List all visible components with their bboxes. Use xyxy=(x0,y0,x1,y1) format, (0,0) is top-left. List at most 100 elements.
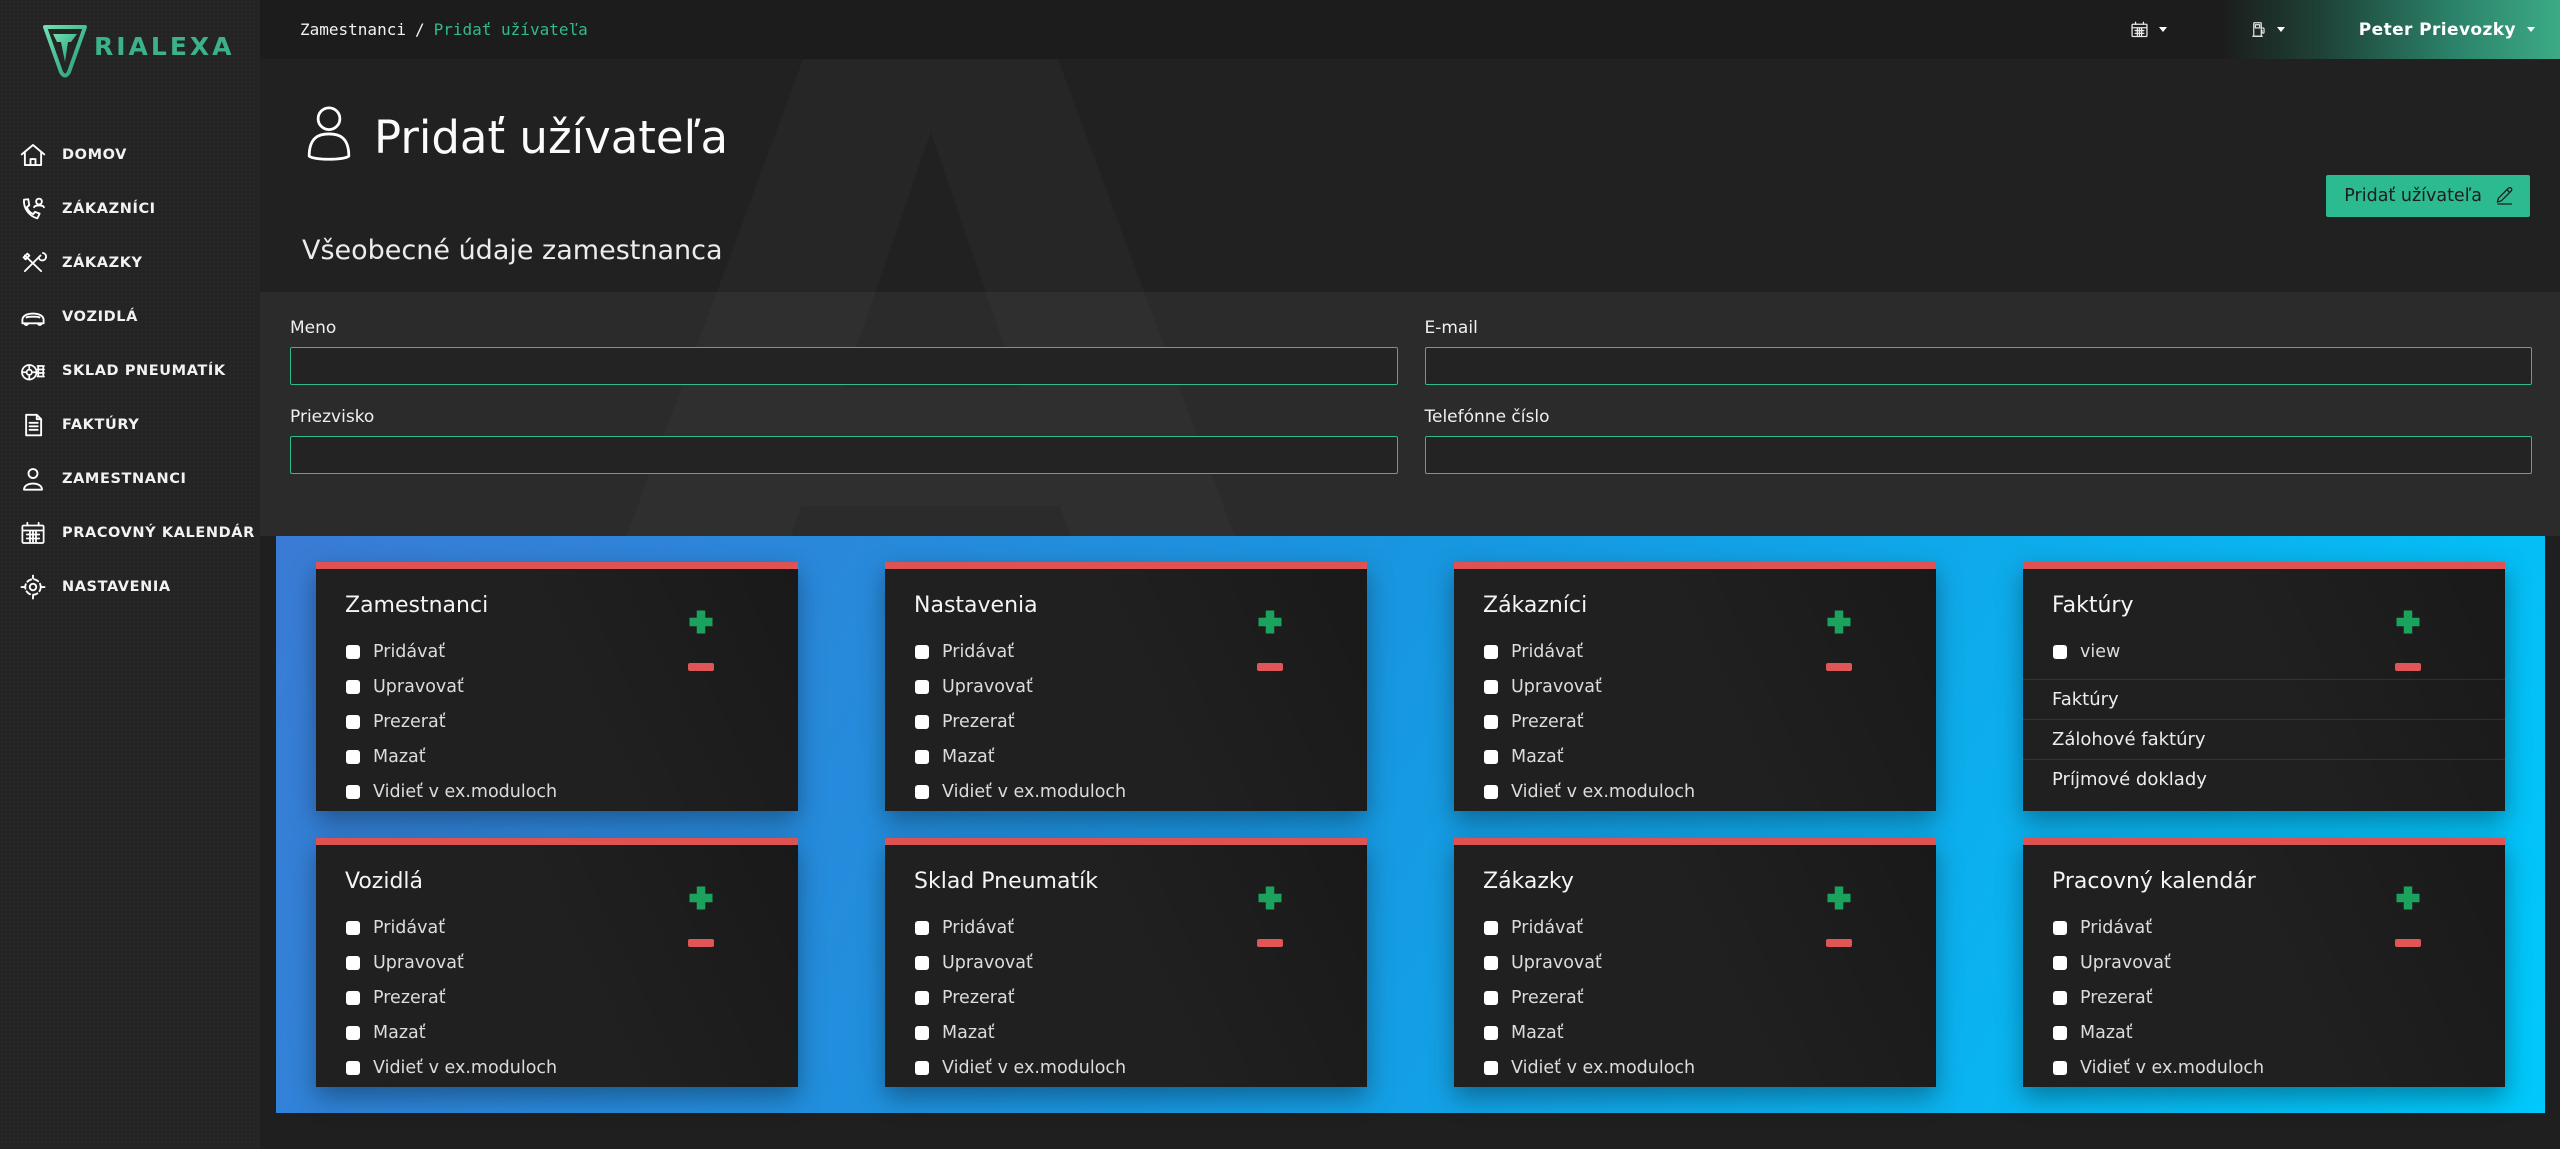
permission-checkbox-row[interactable]: Upravovať xyxy=(1454,669,1936,704)
checkbox[interactable] xyxy=(346,921,360,935)
meno-input[interactable] xyxy=(290,347,1398,385)
checkbox[interactable] xyxy=(1484,645,1498,659)
checkbox[interactable] xyxy=(346,956,360,970)
permission-checkbox-row[interactable]: Pridávať xyxy=(885,910,1367,945)
permission-checkbox-row[interactable]: Mazať xyxy=(885,1015,1367,1050)
checkbox[interactable] xyxy=(915,1061,929,1075)
permission-checkbox-row[interactable]: Mazať xyxy=(316,1015,798,1050)
permission-checkbox-row[interactable]: Upravovať xyxy=(316,945,798,980)
permission-checkbox-row[interactable]: Mazať xyxy=(1454,1015,1936,1050)
checkbox[interactable] xyxy=(915,785,929,799)
remove-permission-button[interactable] xyxy=(688,939,714,947)
add-permission-button[interactable] xyxy=(1255,883,1285,913)
permission-checkbox-row[interactable]: Vidieť v ex.moduloch xyxy=(1454,1050,1936,1085)
remove-permission-button[interactable] xyxy=(2395,939,2421,947)
checkbox[interactable] xyxy=(346,680,360,694)
list-item[interactable]: Zálohové faktúry xyxy=(2023,719,2505,759)
permission-checkbox-row[interactable]: Prezerať xyxy=(316,980,798,1015)
permission-checkbox-row[interactable]: Vidieť v ex.moduloch xyxy=(885,1050,1367,1085)
checkbox[interactable] xyxy=(2053,645,2067,659)
list-item[interactable]: Príjmové doklady xyxy=(2023,759,2505,799)
sidebar-item-pracovny-kalendar[interactable]: PRACOVNÝ KALENDÁR xyxy=(0,506,260,560)
permission-checkbox-row[interactable]: Pridávať xyxy=(1454,634,1936,669)
checkbox[interactable] xyxy=(915,956,929,970)
remove-permission-button[interactable] xyxy=(1257,939,1283,947)
calendar-dropdown-button[interactable] xyxy=(2129,19,2167,40)
checkbox[interactable] xyxy=(2053,1061,2067,1075)
checkbox[interactable] xyxy=(1484,680,1498,694)
checkbox[interactable] xyxy=(1484,1026,1498,1040)
add-permission-button[interactable] xyxy=(1824,607,1854,637)
checkbox[interactable] xyxy=(2053,991,2067,1005)
checkbox[interactable] xyxy=(915,1026,929,1040)
sidebar-item-faktury[interactable]: FAKTÚRY xyxy=(0,398,260,452)
remove-permission-button[interactable] xyxy=(688,663,714,671)
checkbox[interactable] xyxy=(346,991,360,1005)
permission-checkbox-row[interactable]: Pridávať xyxy=(885,634,1367,669)
sidebar-item-zakaznici[interactable]: ZÁKAZNÍCI xyxy=(0,182,260,236)
breadcrumb-current[interactable]: Pridať užívateľa xyxy=(434,20,588,39)
checkbox[interactable] xyxy=(346,785,360,799)
checkbox[interactable] xyxy=(1484,750,1498,764)
checkbox[interactable] xyxy=(915,750,929,764)
sidebar-item-domov[interactable]: DOMOV xyxy=(0,128,260,182)
email-input[interactable] xyxy=(1425,347,2533,385)
checkbox[interactable] xyxy=(2053,956,2067,970)
permission-checkbox-row[interactable]: Pridávať xyxy=(316,634,798,669)
checkbox[interactable] xyxy=(1484,1061,1498,1075)
permission-checkbox-row[interactable]: Prezerať xyxy=(316,704,798,739)
permission-checkbox-row[interactable]: Prezerať xyxy=(1454,980,1936,1015)
remove-permission-button[interactable] xyxy=(1826,663,1852,671)
checkbox[interactable] xyxy=(2053,921,2067,935)
list-item[interactable]: Faktúry xyxy=(2023,679,2505,719)
sidebar-item-vozidla[interactable]: VOZIDLÁ xyxy=(0,290,260,344)
permission-checkbox-row[interactable]: Prezerať xyxy=(2023,980,2505,1015)
checkbox[interactable] xyxy=(915,715,929,729)
checkbox[interactable] xyxy=(915,680,929,694)
permission-checkbox-row[interactable]: Prezerať xyxy=(885,704,1367,739)
checkbox[interactable] xyxy=(2053,1026,2067,1040)
remove-permission-button[interactable] xyxy=(2395,663,2421,671)
sidebar-item-nastavenia[interactable]: NASTAVENIA xyxy=(0,560,260,614)
permission-checkbox-row[interactable]: Upravovať xyxy=(885,669,1367,704)
permission-checkbox-row[interactable]: Pridávať xyxy=(1454,910,1936,945)
permission-checkbox-row[interactable]: Upravovať xyxy=(1454,945,1936,980)
checkbox[interactable] xyxy=(915,991,929,1005)
permission-checkbox-row[interactable]: Pridávať xyxy=(316,910,798,945)
permission-checkbox-row[interactable]: Prezerať xyxy=(885,980,1367,1015)
priezvisko-input[interactable] xyxy=(290,436,1398,474)
fuel-pump-dropdown-button[interactable] xyxy=(2249,19,2285,40)
permission-checkbox-row[interactable]: Mazať xyxy=(2023,1015,2505,1050)
breadcrumb-section[interactable]: Zamestnanci xyxy=(300,20,406,39)
remove-permission-button[interactable] xyxy=(1257,663,1283,671)
checkbox[interactable] xyxy=(1484,715,1498,729)
user-menu-button[interactable]: Peter Prievozky xyxy=(2359,20,2535,40)
brand-logo[interactable]: RIALEXA xyxy=(38,20,235,86)
permission-checkbox-row[interactable]: Mazať xyxy=(885,739,1367,774)
add-user-button[interactable]: Pridať užívateľa xyxy=(2326,175,2530,217)
checkbox[interactable] xyxy=(1484,991,1498,1005)
permission-checkbox-row[interactable]: Vidieť v ex.moduloch xyxy=(885,774,1367,809)
checkbox[interactable] xyxy=(346,750,360,764)
sidebar-item-zamestnanci[interactable]: ZAMESTNANCI xyxy=(0,452,260,506)
add-permission-button[interactable] xyxy=(2393,607,2423,637)
add-permission-button[interactable] xyxy=(1255,607,1285,637)
add-permission-button[interactable] xyxy=(1824,883,1854,913)
telefonne-cislo-input[interactable] xyxy=(1425,436,2533,474)
permission-checkbox-row[interactable]: Upravovať xyxy=(885,945,1367,980)
permission-checkbox-row[interactable]: Upravovať xyxy=(2023,945,2505,980)
add-permission-button[interactable] xyxy=(686,883,716,913)
checkbox[interactable] xyxy=(1484,785,1498,799)
checkbox[interactable] xyxy=(346,1026,360,1040)
permission-checkbox-row[interactable]: Pridávať xyxy=(2023,910,2505,945)
checkbox[interactable] xyxy=(346,715,360,729)
permission-checkbox-row[interactable]: view xyxy=(2023,634,2505,669)
checkbox[interactable] xyxy=(915,645,929,659)
checkbox[interactable] xyxy=(915,921,929,935)
permission-checkbox-row[interactable]: Vidieť v ex.moduloch xyxy=(1454,774,1936,809)
permission-checkbox-row[interactable]: Vidieť v ex.moduloch xyxy=(2023,1050,2505,1085)
permission-checkbox-row[interactable]: Prezerať xyxy=(1454,704,1936,739)
permission-checkbox-row[interactable]: Mazať xyxy=(316,739,798,774)
permission-checkbox-row[interactable]: Mazať xyxy=(1454,739,1936,774)
permission-checkbox-row[interactable]: Vidieť v ex.moduloch xyxy=(316,774,798,809)
